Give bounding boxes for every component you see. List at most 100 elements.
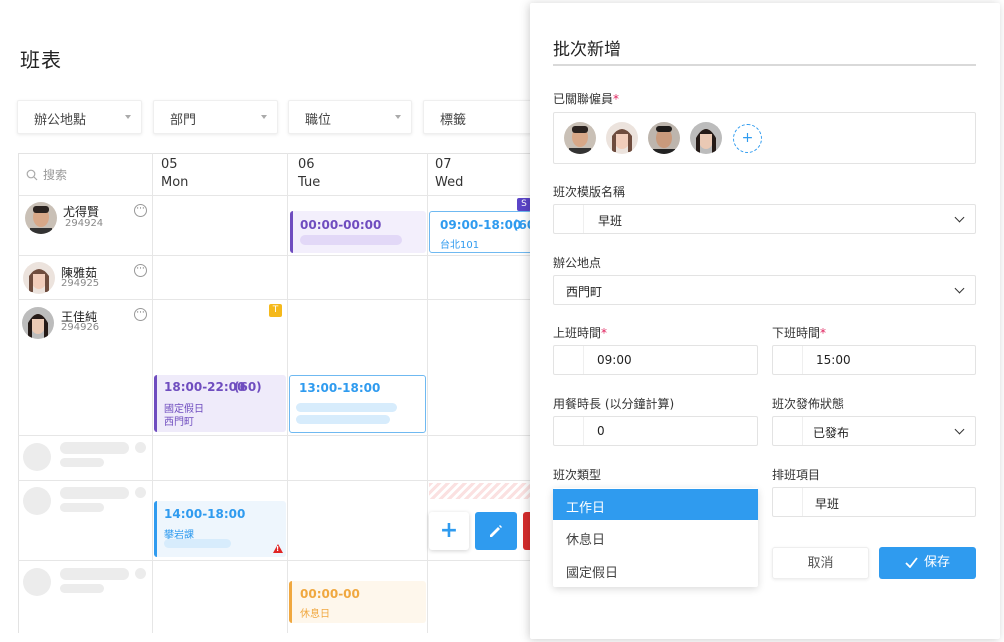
- shift-time: 14:00-18:00: [164, 507, 246, 521]
- shift-type: 休息日: [300, 609, 330, 620]
- shift-card[interactable]: 14:00-18:00 攀岩課 !: [154, 501, 286, 557]
- skeleton-line: [60, 487, 129, 499]
- cancel-button[interactable]: 取消: [772, 547, 869, 579]
- required-mark: *: [820, 326, 827, 340]
- skeleton-avatar: [23, 487, 51, 515]
- skeleton-line: [164, 539, 231, 548]
- avatar: [22, 307, 54, 339]
- more-icon[interactable]: ···: [134, 264, 147, 277]
- schedule-item-value: 早班: [815, 497, 840, 511]
- chevron-down-icon: [954, 212, 965, 223]
- template-label: 班次模版名稱: [553, 185, 626, 199]
- field-prefix: [554, 417, 584, 445]
- publish-status-select[interactable]: 已發布: [772, 416, 976, 446]
- skeleton-line: [60, 442, 129, 454]
- day-name: Tue: [298, 175, 321, 190]
- grid-divider: [287, 153, 288, 633]
- avatar[interactable]: [648, 122, 680, 154]
- shift-badge: T: [269, 304, 282, 317]
- grid-divider: [427, 153, 428, 633]
- hatched-area: [429, 483, 531, 499]
- page-title: 班表: [20, 48, 62, 72]
- shift-time: 00:00-00: [300, 587, 360, 601]
- shift-card[interactable]: 09:00-18:00 (60 台北101: [429, 211, 535, 253]
- shift-card[interactable]: 18:00-22:00 (60) 國定假日 西門町: [154, 375, 286, 432]
- shift-card[interactable]: 13:00-18:00: [289, 375, 426, 433]
- shift-time: 13:00-18:00: [299, 381, 381, 395]
- employee-search[interactable]: 搜索: [26, 166, 67, 183]
- avatar[interactable]: [690, 122, 722, 154]
- field-prefix: [773, 417, 803, 445]
- filter-tag-label: 標籤: [440, 113, 467, 128]
- end-time-value: 15:00: [816, 353, 851, 367]
- day-number: 06: [298, 157, 315, 172]
- grid-divider: [18, 299, 548, 300]
- avatar[interactable]: [606, 122, 638, 154]
- shift-type-option-restday[interactable]: 休息日: [553, 521, 758, 552]
- add-staff-button[interactable]: +: [733, 124, 762, 153]
- skeleton-line: [60, 458, 104, 467]
- chevron-down-icon: [395, 115, 401, 119]
- filter-position[interactable]: 職位: [288, 100, 412, 134]
- day-number: 05: [161, 157, 178, 172]
- day-number: 07: [435, 157, 452, 172]
- edit-button[interactable]: [475, 512, 517, 550]
- skeleton-dot: [135, 442, 146, 453]
- shift-time: 00:00-00:00: [300, 218, 382, 232]
- filter-office[interactable]: 辦公地點: [17, 100, 142, 134]
- shift-place: 台北101: [440, 240, 480, 251]
- filter-office-label: 辦公地點: [34, 113, 87, 128]
- schedule-item-input[interactable]: 早班: [772, 487, 976, 517]
- shift-type-option-holiday[interactable]: 國定假日: [553, 554, 758, 585]
- filter-department-label: 部門: [170, 113, 197, 128]
- day-name: Mon: [161, 175, 189, 190]
- shift-card[interactable]: 00:00-00:00: [290, 211, 426, 253]
- start-time-value: 09:00: [597, 353, 632, 367]
- save-button[interactable]: 保存: [879, 547, 976, 579]
- warning-mark: !: [276, 545, 280, 553]
- grid-divider: [18, 480, 548, 481]
- skeleton-line: [60, 584, 104, 593]
- search-placeholder: 搜索: [43, 168, 68, 182]
- shift-type-dropdown: 工作日 休息日 國定假日: [553, 488, 758, 587]
- title-divider: [553, 64, 976, 66]
- linked-staff-label-text: 已關聯僱員: [553, 92, 614, 106]
- field-prefix: [773, 346, 803, 374]
- employee-id: 294926: [61, 322, 100, 333]
- shift-type-option-workday[interactable]: 工作日: [553, 489, 758, 520]
- add-shift-button[interactable]: +: [429, 512, 469, 550]
- skeleton-line: [60, 503, 104, 512]
- shift-card[interactable]: 00:00-00 休息日: [289, 581, 426, 623]
- skeleton-line: [60, 568, 129, 580]
- meal-duration-input[interactable]: 0: [553, 416, 758, 446]
- grid-divider: [18, 195, 548, 196]
- office-label: 辦公地点: [553, 256, 602, 270]
- check-icon: [905, 557, 918, 569]
- filter-department[interactable]: 部門: [153, 100, 278, 134]
- start-time-input[interactable]: 09:00: [553, 345, 758, 375]
- save-label: 保存: [923, 555, 950, 570]
- template-select[interactable]: 早班: [553, 204, 976, 234]
- start-time-label: 上班時間*: [553, 324, 607, 341]
- required-mark: *: [601, 326, 608, 340]
- chevron-down-icon: [954, 424, 965, 435]
- shift-hours: (60): [234, 380, 262, 394]
- pencil-icon: [490, 525, 502, 537]
- office-select[interactable]: 西門町: [553, 275, 976, 305]
- template-value: 早班: [598, 214, 623, 228]
- field-prefix: [554, 205, 584, 233]
- required-mark: *: [613, 92, 620, 106]
- avatar[interactable]: [564, 122, 596, 154]
- day-name: Wed: [435, 175, 464, 190]
- more-icon[interactable]: ···: [134, 308, 147, 321]
- field-prefix: [773, 488, 803, 516]
- grid-divider: [18, 435, 548, 436]
- avatar: [25, 202, 57, 234]
- publish-status-label: 班次發佈狀態: [772, 397, 845, 411]
- field-prefix: [554, 346, 584, 374]
- end-time-input[interactable]: 15:00: [772, 345, 976, 375]
- skeleton-line: [296, 403, 397, 412]
- more-icon[interactable]: ···: [134, 204, 147, 217]
- grid-divider: [152, 153, 153, 633]
- schedule-item-label: 排班項目: [772, 468, 821, 482]
